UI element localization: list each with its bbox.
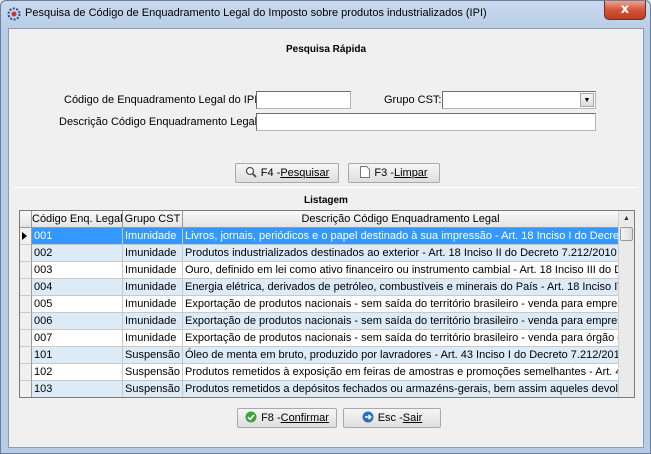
- title-bar[interactable]: Pesquisa de Código de Enquadramento Lega…: [1, 1, 650, 27]
- table-row[interactable]: 101 Suspensão Óleo de menta em bruto, pr…: [20, 347, 619, 364]
- cell-grupo: Imunidade: [123, 279, 183, 296]
- grupo-cst-select[interactable]: ▼: [442, 91, 596, 109]
- results-grid[interactable]: Código Enq. Legal Grupo CST Descrição Có…: [19, 210, 635, 398]
- cell-codigo: 002: [32, 245, 123, 262]
- confirmar-prefix: F8 -: [261, 412, 281, 424]
- cell-descricao: Exportação de produtos nacionais - sem s…: [183, 313, 619, 330]
- limpar-label: Limpar: [393, 167, 428, 179]
- scrollbar-thumb[interactable]: [620, 227, 633, 241]
- cell-grupo: Suspensão: [123, 347, 183, 364]
- magnifier-icon: [245, 166, 257, 181]
- col-header-grupo[interactable]: Grupo CST: [123, 211, 183, 228]
- table-row[interactable]: 004 Imunidade Energia elétrica, derivado…: [20, 279, 619, 296]
- cell-descricao: Livros, jornais, periódicos e o papel de…: [183, 228, 619, 245]
- cell-codigo: 005: [32, 296, 123, 313]
- cell-descricao: Exportação de produtos nacionais - sem s…: [183, 296, 619, 313]
- sair-prefix: Esc -: [377, 412, 403, 424]
- cell-grupo: Suspensão: [123, 381, 183, 397]
- limpar-prefix: F3 -: [374, 167, 394, 179]
- pesquisar-prefix: F4 -: [260, 167, 281, 179]
- limpar-button[interactable]: F3 - Limpar: [348, 163, 440, 183]
- confirmar-button[interactable]: F8 - Confirmar: [237, 408, 337, 428]
- codigo-input[interactable]: [256, 91, 351, 109]
- cell-descricao: Produtos industrializados destinados ao …: [183, 245, 619, 262]
- row-indicator: [20, 330, 32, 347]
- chevron-down-icon[interactable]: ▼: [580, 93, 594, 107]
- pesquisar-button[interactable]: F4 - Pesquisar: [235, 163, 339, 183]
- cell-grupo: Imunidade: [123, 296, 183, 313]
- cell-codigo: 003: [32, 262, 123, 279]
- row-indicator: [20, 381, 32, 397]
- dialog-body: Pesquisa Rápida Código de Enquadramento …: [8, 28, 644, 448]
- cell-descricao: Ouro, definido em lei como ativo finance…: [183, 262, 619, 279]
- row-indicator: [20, 279, 32, 296]
- vertical-scrollbar[interactable]: ▲: [618, 211, 634, 397]
- cell-codigo: 101: [32, 347, 123, 364]
- window: Pesquisa de Código de Enquadramento Lega…: [0, 0, 651, 454]
- descricao-input[interactable]: [256, 113, 596, 131]
- pesquisar-label: Pesquisar: [280, 167, 330, 179]
- grid-body: Código Enq. Legal Grupo CST Descrição Có…: [20, 211, 619, 397]
- row-indicator: [20, 347, 32, 364]
- col-header-codigo[interactable]: Código Enq. Legal: [32, 211, 123, 228]
- cell-codigo: 004: [32, 279, 123, 296]
- table-row[interactable]: 103 Suspensão Produtos remetidos a depós…: [20, 381, 619, 397]
- divider: [13, 187, 639, 188]
- cell-codigo: 001: [32, 228, 123, 245]
- table-row[interactable]: 005 Imunidade Exportação de produtos nac…: [20, 296, 619, 313]
- row-pointer-icon: [22, 232, 27, 240]
- check-circle-icon: [245, 411, 257, 426]
- cell-descricao: Óleo de menta em bruto, produzido por la…: [183, 347, 619, 364]
- sair-label: Sair: [402, 412, 423, 424]
- header-indicator: [20, 211, 32, 228]
- exit-arrow-icon: [362, 411, 374, 426]
- cell-grupo: Imunidade: [123, 262, 183, 279]
- table-row[interactable]: 102 Suspensão Produtos remetidos à expos…: [20, 364, 619, 381]
- cell-descricao: Produtos remetidos à exposição em feiras…: [183, 364, 619, 381]
- col-header-descricao[interactable]: Descrição Código Enquadramento Legal: [183, 211, 619, 228]
- cell-grupo: Imunidade: [123, 245, 183, 262]
- table-row[interactable]: 002 Imunidade Produtos industrializados …: [20, 245, 619, 262]
- cell-codigo: 103: [32, 381, 123, 397]
- cell-grupo: Imunidade: [123, 313, 183, 330]
- row-indicator: [20, 296, 32, 313]
- row-indicator: [20, 228, 32, 245]
- cell-descricao: Produtos remetidos a depósitos fechados …: [183, 381, 619, 397]
- window-title: Pesquisa de Código de Enquadramento Lega…: [25, 7, 487, 19]
- cell-descricao: Exportação de produtos nacionais - sem s…: [183, 330, 619, 347]
- codigo-label: Código de Enquadramento Legal do IPI:: [64, 94, 261, 106]
- confirmar-label: Confirmar: [280, 412, 329, 424]
- table-row[interactable]: 007 Imunidade Exportação de produtos nac…: [20, 330, 619, 347]
- close-button[interactable]: x: [604, 1, 646, 20]
- row-indicator: [20, 245, 32, 262]
- listing-title: Listagem: [304, 195, 348, 206]
- table-row[interactable]: 003 Imunidade Ouro, definido em lei como…: [20, 262, 619, 279]
- table-row[interactable]: 006 Imunidade Exportação de produtos nac…: [20, 313, 619, 330]
- gear-icon: [7, 7, 21, 21]
- row-indicator: [20, 364, 32, 381]
- row-indicator: [20, 262, 32, 279]
- blank-page-icon: [360, 165, 371, 181]
- cell-codigo: 006: [32, 313, 123, 330]
- close-icon: x: [620, 2, 630, 17]
- grupo-cst-label: Grupo CST:: [384, 94, 442, 106]
- table-row[interactable]: 001 Imunidade Livros, jornais, periódico…: [20, 228, 619, 245]
- cell-codigo: 007: [32, 330, 123, 347]
- cell-grupo: Imunidade: [123, 330, 183, 347]
- grid-header: Código Enq. Legal Grupo CST Descrição Có…: [20, 211, 619, 228]
- sair-button[interactable]: Esc - Sair: [343, 408, 441, 428]
- descricao-label: Descrição Código Enquadramento Legal:: [59, 116, 261, 128]
- cell-descricao: Energia elétrica, derivados de petróleo,…: [183, 279, 619, 296]
- cell-grupo: Suspensão: [123, 364, 183, 381]
- cell-codigo: 102: [32, 364, 123, 381]
- quick-search-title: Pesquisa Rápida: [285, 44, 367, 55]
- cell-grupo: Imunidade: [123, 228, 183, 245]
- row-indicator: [20, 313, 32, 330]
- arrow-up-icon[interactable]: ▲: [619, 211, 634, 226]
